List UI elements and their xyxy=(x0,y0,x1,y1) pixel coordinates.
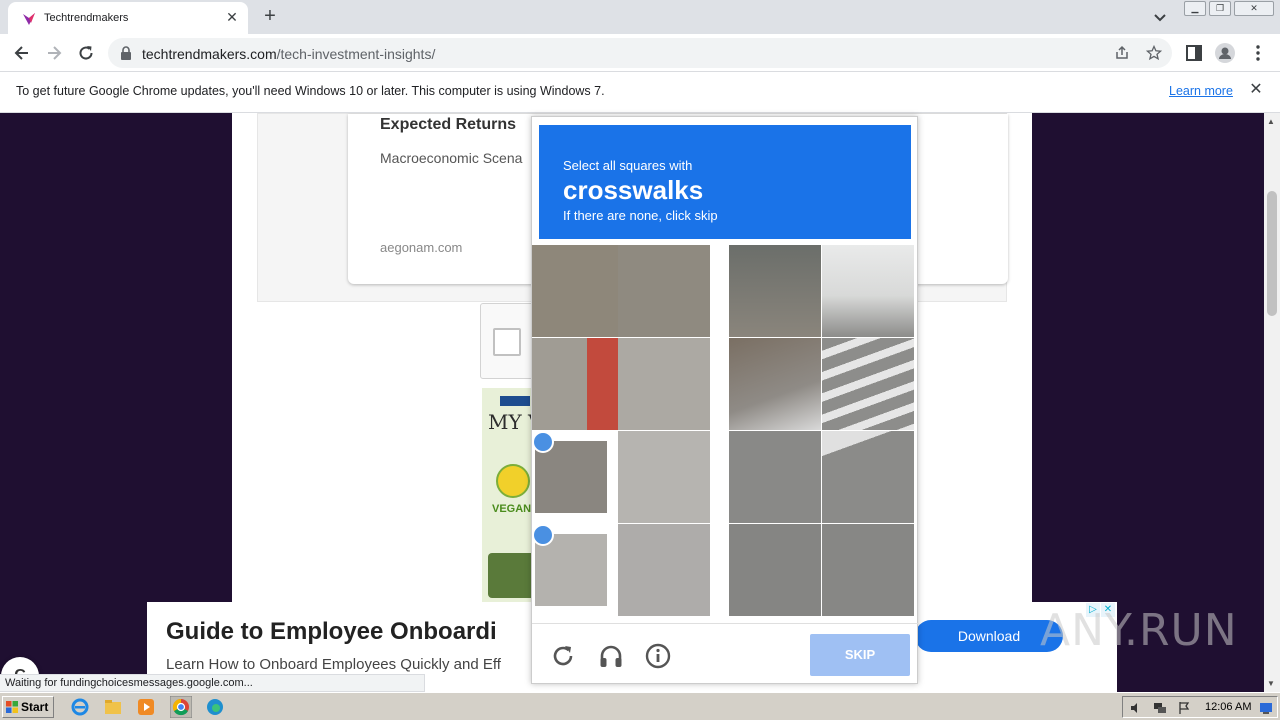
side-panel-icon[interactable] xyxy=(1184,43,1204,63)
audio-icon[interactable] xyxy=(597,642,625,670)
recaptcha-checkbox[interactable] xyxy=(493,328,521,356)
show-desktop-icon[interactable] xyxy=(1259,701,1273,715)
start-label: Start xyxy=(21,700,49,714)
forward-icon[interactable] xyxy=(44,43,64,63)
page-scrollbar[interactable]: ▲ ▼ xyxy=(1264,113,1280,692)
site-favicon-icon xyxy=(23,13,35,25)
captcha-tile-r3c2[interactable] xyxy=(618,431,710,523)
address-bar[interactable]: techtrendmakers.com/tech-investment-insi… xyxy=(108,38,1172,68)
share-icon[interactable] xyxy=(1114,45,1130,61)
captcha-tile-r3c1[interactable] xyxy=(532,431,624,523)
lock-icon[interactable] xyxy=(120,46,132,60)
bookmark-star-icon[interactable] xyxy=(1146,45,1162,61)
chrome-icon[interactable] xyxy=(170,696,192,718)
skip-button[interactable]: SKIP xyxy=(810,634,910,676)
captcha-tile-r3c4[interactable] xyxy=(822,431,914,523)
captcha-tile-r2c1[interactable] xyxy=(532,338,624,430)
media-player-icon[interactable] xyxy=(136,697,156,717)
captcha-tile-r3c3[interactable] xyxy=(729,431,821,523)
banner-title: Guide to Employee Onboardi xyxy=(166,618,497,645)
challenge-hint: If there are none, click skip xyxy=(563,208,718,223)
selected-check-icon xyxy=(532,524,554,546)
captcha-tile-r2c2[interactable] xyxy=(618,338,710,430)
captcha-tile-r1c4[interactable] xyxy=(822,245,914,337)
anyrun-watermark: ANY.RUN xyxy=(1040,605,1238,656)
url-path: /tech-investment-insights/ xyxy=(276,46,436,62)
captcha-challenge: Select all squares with crosswalks If th… xyxy=(531,116,919,685)
browser-tab[interactable]: Techtrendmakers ✕ xyxy=(8,2,248,34)
challenge-lead: Select all squares with xyxy=(563,158,693,173)
edge-icon[interactable] xyxy=(205,697,225,717)
profile-avatar-icon[interactable] xyxy=(1215,43,1235,63)
captcha-tile-r1c3[interactable] xyxy=(729,245,821,337)
captcha-tile-r4c4[interactable] xyxy=(822,524,914,616)
challenge-target: crosswalks xyxy=(563,175,704,205)
network-icon[interactable] xyxy=(1153,701,1167,715)
taskbar-clock[interactable]: 12:06 AM xyxy=(1205,701,1251,713)
challenge-footer: SKIP xyxy=(532,623,919,685)
challenge-header: Select all squares with crosswalks If th… xyxy=(539,125,911,239)
card-domain: aegonam.com xyxy=(380,240,463,255)
infobar-close-icon[interactable]: ✕ xyxy=(1248,82,1264,98)
vegan-seal-icon xyxy=(496,464,530,498)
action-center-flag-icon[interactable] xyxy=(1177,701,1191,715)
windows-flag-icon xyxy=(6,701,18,713)
tab-strip: Techtrendmakers ✕ + ▁ ❐ ✕ xyxy=(0,0,1280,34)
ie-icon[interactable] xyxy=(70,697,90,717)
brand-strip xyxy=(500,396,530,406)
tab-close-icon[interactable]: ✕ xyxy=(224,9,240,25)
captcha-tile-r2c3[interactable] xyxy=(729,338,821,430)
card-title: Expected Returns xyxy=(380,116,517,133)
captcha-tile-r2c4[interactable] xyxy=(822,338,914,430)
minimize-button[interactable]: ▁ xyxy=(1184,1,1206,16)
selected-check-icon xyxy=(532,431,554,453)
captcha-tile-r4c3[interactable] xyxy=(729,524,821,616)
tab-title: Techtrendmakers xyxy=(44,12,129,24)
captcha-tile-r1c2[interactable] xyxy=(618,245,710,337)
status-bar: Waiting for fundingchoicesmessages.googl… xyxy=(0,674,425,692)
ad-vegan-text: VEGAN xyxy=(492,503,532,515)
scroll-up-icon[interactable]: ▲ xyxy=(1267,117,1275,126)
new-tab-button[interactable]: + xyxy=(260,6,280,26)
back-icon[interactable] xyxy=(12,43,32,63)
captcha-tile-r4c2[interactable] xyxy=(618,524,710,616)
card-subtitle: Macroeconomic Scena xyxy=(380,150,523,166)
url-text[interactable]: techtrendmakers.com/tech-investment-insi… xyxy=(142,46,435,62)
reload-page-icon[interactable] xyxy=(76,43,96,63)
captcha-tile-r1c1[interactable] xyxy=(532,245,624,337)
volume-icon[interactable] xyxy=(1129,701,1143,715)
url-domain: techtrendmakers.com xyxy=(142,46,277,62)
infobar-message: To get future Google Chrome updates, you… xyxy=(16,84,605,98)
restore-button[interactable]: ❐ xyxy=(1209,1,1231,16)
captcha-tile-r4c1[interactable] xyxy=(532,524,624,616)
tab-search-chevron-icon[interactable] xyxy=(1152,9,1168,25)
scrollbar-thumb[interactable] xyxy=(1267,191,1277,316)
system-tray: 12:06 AM xyxy=(1122,696,1278,718)
challenge-grid xyxy=(532,245,919,617)
menu-kebab-icon[interactable] xyxy=(1248,43,1268,63)
update-infobar: To get future Google Chrome updates, you… xyxy=(0,72,1280,113)
learn-more-link[interactable]: Learn more xyxy=(1169,84,1233,98)
explorer-icon[interactable] xyxy=(103,697,123,717)
windows-taskbar: Start 12:06 AM xyxy=(0,692,1280,720)
reload-icon[interactable] xyxy=(549,642,577,670)
start-button[interactable]: Start xyxy=(2,696,54,718)
scroll-down-icon[interactable]: ▼ xyxy=(1267,679,1275,688)
close-window-button[interactable]: ✕ xyxy=(1234,1,1274,16)
info-icon[interactable] xyxy=(644,642,672,670)
banner-subtitle: Learn How to Onboard Employees Quickly a… xyxy=(166,656,501,673)
browser-toolbar: techtrendmakers.com/tech-investment-insi… xyxy=(0,34,1280,72)
